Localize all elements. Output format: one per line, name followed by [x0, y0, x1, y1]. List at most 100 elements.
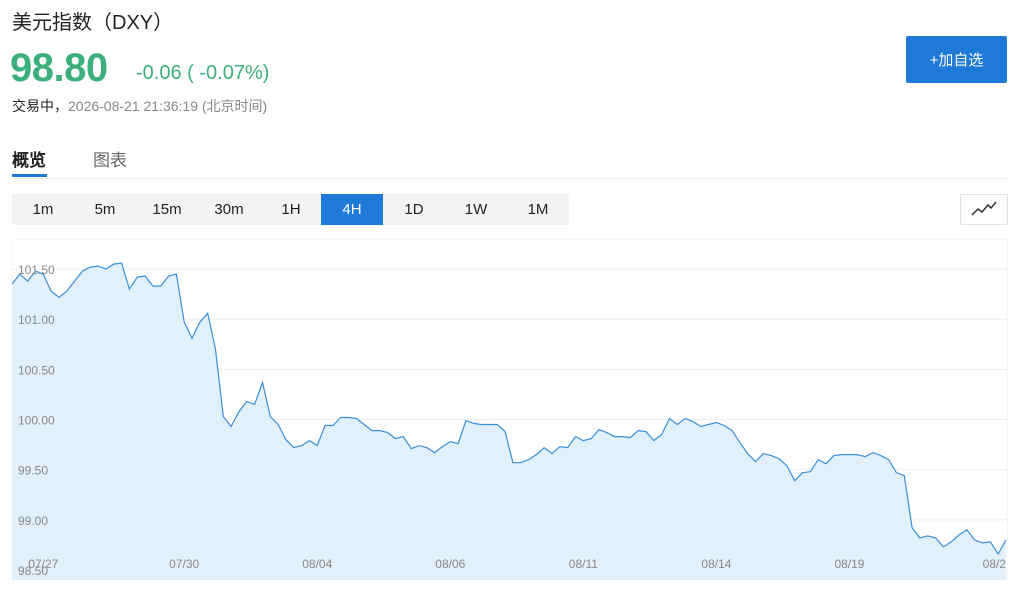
data-point: [473, 422, 475, 424]
data-point: [614, 435, 616, 437]
data-point: [527, 458, 529, 460]
data-point: [465, 419, 467, 421]
data-point: [418, 444, 420, 446]
data-point: [58, 296, 60, 298]
data-point: [371, 429, 373, 431]
data-point: [238, 410, 240, 412]
data-point: [645, 430, 647, 432]
tab-overview[interactable]: 概览: [12, 146, 46, 171]
data-point: [120, 262, 122, 264]
data-point: [653, 439, 655, 441]
data-point: [559, 445, 561, 447]
data-point: [183, 321, 185, 323]
data-point: [512, 462, 514, 464]
data-point: [927, 535, 929, 537]
period-1d[interactable]: 1D: [383, 194, 445, 225]
data-point: [747, 452, 749, 454]
data-point: [269, 415, 271, 417]
period-1w[interactable]: 1W: [445, 194, 507, 225]
data-point: [144, 275, 146, 277]
data-point: [410, 447, 412, 449]
data-point: [167, 275, 169, 277]
data-point: [363, 423, 365, 425]
data-point: [950, 541, 952, 543]
timestamp: 2026-08-21 21:36:19 (北京时间): [68, 98, 268, 114]
add-to-watchlist-button[interactable]: +加自选: [906, 36, 1007, 83]
x-tick-label: 08/11: [569, 557, 598, 571]
data-point: [128, 288, 130, 290]
period-5m[interactable]: 5m: [74, 194, 136, 225]
data-point: [214, 348, 216, 350]
data-point: [394, 437, 396, 439]
data-point: [887, 458, 889, 460]
data-point: [895, 472, 897, 474]
data-point: [488, 423, 490, 425]
data-point: [504, 430, 506, 432]
x-tick-label: 07/27: [28, 557, 58, 571]
period-15m[interactable]: 15m: [136, 194, 198, 225]
data-point: [27, 280, 29, 282]
period-1m[interactable]: 1m: [12, 194, 74, 225]
data-point: [1005, 539, 1007, 541]
chart-type-button[interactable]: [960, 194, 1008, 225]
data-point: [676, 423, 678, 425]
data-point: [668, 417, 670, 419]
price-change: -0.06 ( -0.07%): [136, 62, 269, 85]
data-point: [97, 265, 99, 267]
data-point: [105, 268, 107, 270]
data-point: [324, 424, 326, 426]
data-point: [754, 461, 756, 463]
data-point: [574, 435, 576, 437]
price-chart[interactable]: 98.50 99.00 99.50 100.00 100.50 101.00 101.50 0…: [11, 238, 1009, 581]
tab-bar: 概览 图表: [12, 140, 1008, 179]
y-tick-label: 99.50: [18, 464, 48, 478]
data-point: [692, 420, 694, 422]
data-point: [598, 428, 600, 430]
y-tick-label: 99.00: [18, 514, 48, 528]
tab-chart[interactable]: 图表: [93, 146, 127, 171]
x-tick-label: 07/30: [169, 557, 199, 571]
data-point: [543, 446, 545, 448]
x-tick-label: 08/04: [302, 557, 332, 571]
data-point: [152, 285, 154, 287]
data-point: [66, 290, 68, 292]
data-point: [379, 429, 381, 431]
data-point: [621, 435, 623, 437]
data-point: [551, 452, 553, 454]
data-point: [966, 529, 968, 531]
period-4h[interactable]: 4H: [321, 194, 383, 225]
data-point: [700, 425, 702, 427]
x-tick-label: 08/2: [983, 557, 1007, 571]
y-tick-label: 101.50: [18, 263, 55, 277]
data-point: [191, 337, 193, 339]
data-point: [809, 471, 811, 473]
active-tab-indicator: [12, 174, 47, 177]
data-point: [535, 453, 537, 455]
data-point: [794, 480, 796, 482]
period-1mo[interactable]: 1M: [507, 194, 569, 225]
data-point: [974, 539, 976, 541]
data-point: [919, 537, 921, 539]
data-point: [387, 431, 389, 433]
data-point: [73, 280, 75, 282]
data-point: [880, 454, 882, 456]
x-tick-label: 08/14: [701, 557, 731, 571]
period-30m[interactable]: 30m: [198, 194, 260, 225]
data-point: [520, 462, 522, 464]
data-point: [778, 457, 780, 459]
data-point: [308, 439, 310, 441]
data-point: [606, 431, 608, 433]
period-1h[interactable]: 1H: [260, 194, 322, 225]
data-point: [684, 417, 686, 419]
data-point: [207, 312, 209, 314]
data-point: [660, 433, 662, 435]
data-point: [480, 423, 482, 425]
data-point: [840, 453, 842, 455]
data-point: [934, 537, 936, 539]
data-point: [230, 425, 232, 427]
y-tick-label: 100.00: [18, 414, 55, 428]
data-point: [81, 270, 83, 272]
x-tick-label: 08/06: [435, 557, 465, 571]
data-point: [355, 417, 357, 419]
change-value: -0.06: [136, 62, 182, 84]
